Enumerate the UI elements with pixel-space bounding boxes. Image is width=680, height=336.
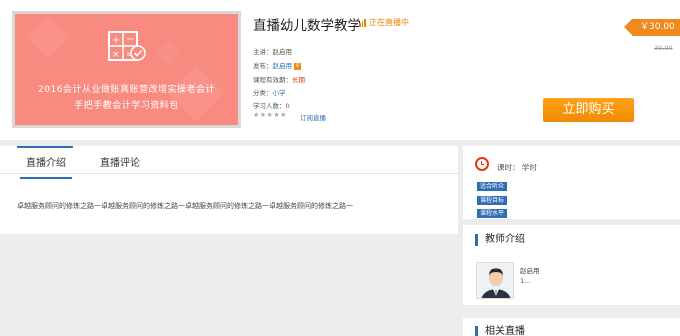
cover-text-line-2: 手把手教会计学习资料包 (74, 101, 179, 111)
category-label: 分类： (253, 89, 273, 97)
students-count: 0 (285, 102, 290, 110)
publisher-link[interactable]: 赵启用 (273, 62, 293, 70)
tab-live-intro[interactable]: 直播介绍 (20, 154, 72, 179)
svg-text:×: × (112, 50, 120, 60)
subscribe-live-link[interactable]: 订阅直播 (300, 112, 326, 122)
buy-now-button[interactable]: 立即购买 (543, 98, 634, 122)
badge-goal: 课程目标 (477, 196, 508, 205)
publisher-label: 发布： (253, 62, 273, 70)
live-signal-icon (359, 18, 366, 27)
teacher-portrait-icon (477, 263, 513, 298)
cover-text-line-1: 2016会计从业做账真账营改增实操老会计 (38, 85, 215, 95)
calculator-icon: + − × = (108, 31, 146, 61)
lecturer-label: 主讲： (253, 48, 273, 56)
category-row: 分类：小学 (253, 87, 286, 97)
course-title: 直播幼儿数学教学 (253, 18, 361, 34)
rating-stars: ★★★★★ (253, 111, 287, 119)
related-heading: 相关直播 (475, 326, 525, 336)
svg-text:−: − (126, 34, 134, 45)
validity-row: 课程有效期：长期 (253, 74, 305, 84)
svg-text:+: + (112, 35, 120, 46)
live-status-label: 正在直播中 (369, 18, 409, 27)
teacher-intro: 1... (520, 277, 531, 285)
price-tag: ￥30.00 (624, 19, 680, 36)
course-header-card: + − × = 2016会计从业做账真账营改增实操老会计 手把手教会计学习资料包… (0, 0, 680, 140)
teacher-panel: 教师介绍 赵启用 1... (463, 225, 680, 305)
lecturer-name: 赵启用 (272, 48, 293, 56)
content-tabs: 直播介绍 直播评论 (0, 146, 458, 179)
class-info-panel: 课时： 学时 适合听众 课程目标 课程水平 (463, 146, 680, 219)
badge-audience: 适合听众 (477, 182, 508, 191)
validity-label: 课程有效期： (253, 76, 292, 84)
course-description: 卓越服务顾问的修炼之路一卓越服务顾问的修炼之路一卓越服务顾问的修炼之路一卓越服务… (17, 202, 353, 210)
course-content-card: 直播介绍 直播评论 卓越服务顾问的修炼之路一卓越服务顾问的修炼之路一卓越服务顾问… (0, 146, 458, 234)
students-row: 学习人数：0 (253, 100, 290, 110)
category-link[interactable]: 小学 (273, 89, 286, 97)
students-label: 学习人数： (253, 102, 286, 110)
teacher-heading: 教师介绍 (475, 234, 525, 246)
cover-decoration (156, 40, 182, 66)
teacher-avatar[interactable] (476, 262, 514, 299)
active-tab-indicator (17, 146, 73, 148)
verified-badge-icon: V (294, 62, 301, 70)
related-live-panel: 相关直播 (463, 318, 680, 336)
tab-live-comments[interactable]: 直播评论 (100, 154, 140, 169)
teacher-name[interactable]: 赵启用 (520, 265, 540, 275)
live-status: 正在直播中 (359, 17, 409, 28)
validity-value: 长期 (292, 76, 305, 84)
lecturer-row: 主讲：赵启用 (253, 46, 292, 56)
badge-level: 课程水平 (477, 209, 508, 218)
cover-decoration (26, 15, 70, 59)
publisher-row: 发布：赵启用 V (253, 60, 301, 70)
class-hours: 课时： 学时 (497, 163, 537, 172)
course-cover-image[interactable]: + − × = 2016会计从业做账真账营改增实操老会计 手把手教会计学习资料包 (12, 11, 241, 128)
original-price: 30.00 (654, 44, 673, 52)
clock-icon (475, 157, 489, 171)
